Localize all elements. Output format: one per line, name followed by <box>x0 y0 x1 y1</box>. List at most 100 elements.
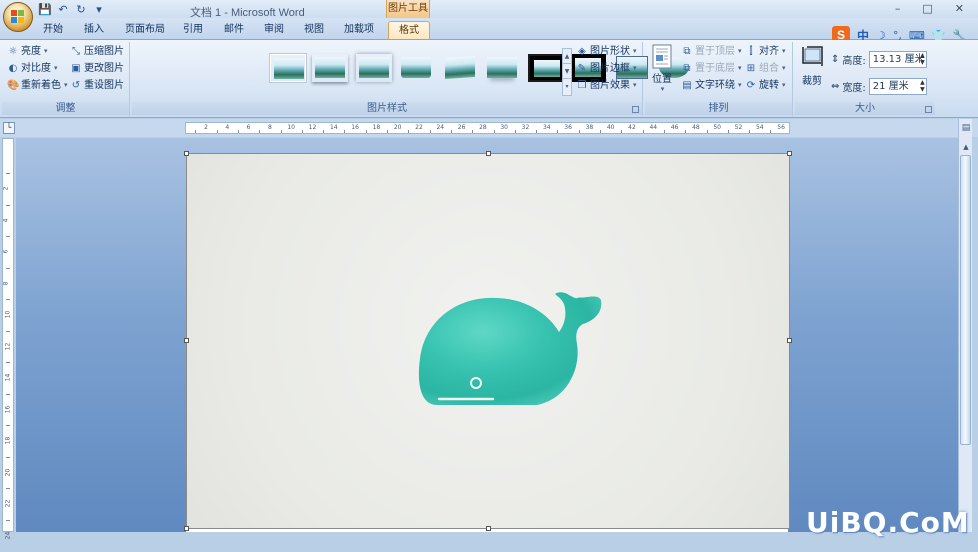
group-objects-button[interactable]: ⊞ 组合 ▾ <box>745 61 786 76</box>
effects-icon: ❐ <box>577 79 587 91</box>
watermark: UiBQ.CoM <box>806 506 970 539</box>
scroll-up-icon[interactable]: ▲ <box>960 141 972 153</box>
style-thumbnail[interactable] <box>442 54 478 82</box>
position-button[interactable]: 位置 ▾ <box>649 44 675 93</box>
group-label: 图片样式 <box>132 102 642 115</box>
recolor-button[interactable]: 🎨 重新着色 ▾ <box>7 78 68 93</box>
inserted-picture[interactable] <box>184 151 792 531</box>
ruler-label: 8 <box>267 124 272 131</box>
vertical-scrollbar[interactable]: ▤ ▲ <box>958 119 972 532</box>
vertical-ruler[interactable]: 2 4 6 8 10 12 14 16 18 20 22 24 <box>2 138 14 539</box>
resize-handle[interactable] <box>184 526 189 531</box>
send-to-back-button[interactable]: ⧉ 置于底层 ▾ <box>681 61 741 76</box>
ruler-label: 32 <box>521 124 530 131</box>
tab-format[interactable]: 格式 <box>388 21 430 39</box>
resize-handle[interactable] <box>184 338 189 343</box>
scroll-down-icon[interactable]: ▼ <box>563 64 571 79</box>
ruler-label: 4 <box>2 218 10 222</box>
ruler-tick <box>6 519 10 521</box>
scrollbar-thumb[interactable] <box>960 155 971 445</box>
tab-review[interactable]: 审阅 <box>264 21 284 39</box>
ruler-label: 18 <box>4 436 12 445</box>
group-label: 排列 <box>645 102 792 115</box>
ruler-tick <box>6 236 10 238</box>
height-input[interactable]: 13.13 厘米 ▲ ▼ <box>868 50 927 68</box>
dialog-launcher-icon[interactable] <box>925 106 932 113</box>
tab-selector-icon[interactable]: └ <box>3 122 15 134</box>
redo-icon[interactable]: ↻ <box>74 3 88 17</box>
tab-references[interactable]: 引用 <box>183 21 203 39</box>
horizontal-ruler[interactable]: 2 4 6 8 10 12 14 16 18 20 22 24 26 28 30 32 34 36 38 40 42 44… <box>185 122 790 134</box>
text-wrap-icon: ▤ <box>682 79 692 91</box>
picture-shape-button[interactable]: ◈ 图片形状 ▾ <box>576 44 636 59</box>
dialog-launcher-icon[interactable] <box>632 106 639 113</box>
resize-handle[interactable] <box>787 338 792 343</box>
change-picture-button[interactable]: ▣ 更改图片 <box>70 61 124 76</box>
ruler-label: 6 <box>2 249 10 254</box>
close-icon[interactable]: ✕ <box>955 2 964 15</box>
crop-button[interactable]: 裁剪 <box>799 46 825 87</box>
picture-effects-button[interactable]: ❐ 图片效果 ▾ <box>576 78 637 93</box>
style-thumbnail[interactable] <box>312 54 348 82</box>
ruler-tick <box>408 130 410 133</box>
tab-mailings[interactable]: 邮件 <box>224 21 244 39</box>
contrast-button[interactable]: ◐ 对比度 ▾ <box>7 61 58 76</box>
scroll-up-icon[interactable]: ▲ <box>563 49 571 64</box>
gallery-more-icon[interactable]: ▾ <box>563 79 571 94</box>
style-thumbnail[interactable] <box>528 54 564 82</box>
bring-to-front-button[interactable]: ⧉ 置于顶层 ▾ <box>681 44 741 59</box>
ruler-tick <box>770 130 772 133</box>
ruler-label: 20 <box>393 124 402 131</box>
resize-handle[interactable] <box>486 526 491 531</box>
ruler-tick <box>6 362 10 364</box>
style-thumbnail[interactable] <box>356 54 392 82</box>
spinner-arrows-icon[interactable]: ▲ ▼ <box>920 79 925 93</box>
ruler-tick <box>429 130 431 133</box>
width-spinner: ⇔ 宽度: 21 厘米 ▲ ▼ <box>831 77 927 95</box>
office-button[interactable] <box>3 2 33 32</box>
tab-home[interactable]: 开始 <box>43 21 63 39</box>
tab-insert[interactable]: 插入 <box>84 21 104 39</box>
ruler-label: 14 <box>329 124 338 131</box>
ruler-tick <box>280 130 282 133</box>
ruler-tick <box>365 130 367 133</box>
ruler-label: 54 <box>755 124 764 131</box>
customize-icon[interactable]: ▾ <box>92 3 106 17</box>
ruler-label: 52 <box>734 124 743 131</box>
save-icon[interactable]: 💾 <box>38 3 52 17</box>
picture-border-button[interactable]: ✎ 图片边框 ▾ <box>576 61 637 76</box>
resize-handle[interactable] <box>486 151 491 156</box>
style-thumbnail[interactable] <box>270 54 306 82</box>
ruler-tick <box>642 130 644 133</box>
text-wrapping-button[interactable]: ▤ 文字环绕 ▾ <box>681 78 741 93</box>
compress-pictures-button[interactable]: ⤡ 压缩图片 <box>70 44 124 59</box>
style-thumbnail[interactable] <box>398 54 434 82</box>
ruler-label: 36 <box>564 124 572 131</box>
resize-handle[interactable] <box>787 151 792 156</box>
brightness-button[interactable]: ☼ 亮度 ▾ <box>7 44 48 59</box>
reset-picture-button[interactable]: ↺ 重设图片 <box>70 78 124 93</box>
change-picture-icon: ▣ <box>71 62 81 74</box>
ruler-tick <box>237 130 239 133</box>
width-input[interactable]: 21 厘米 ▲ ▼ <box>868 77 927 95</box>
style-thumbnail[interactable] <box>484 54 520 82</box>
maximize-icon[interactable]: □ <box>922 2 932 15</box>
ruler-label: 34 <box>542 124 551 131</box>
tab-page-layout[interactable]: 页面布局 <box>125 21 165 39</box>
rotate-button[interactable]: ⟳ 旋转 ▾ <box>745 78 786 93</box>
gallery-scroll[interactable]: ▲ ▼ ▾ <box>562 48 572 96</box>
view-ruler-icon[interactable]: ▤ <box>960 123 972 137</box>
undo-icon[interactable]: ↶ <box>56 3 70 17</box>
tab-add-ins[interactable]: 加载项 <box>344 21 374 39</box>
resize-handle[interactable] <box>184 151 189 156</box>
spinner-arrows-icon[interactable]: ▲ ▼ <box>920 52 925 66</box>
ruler-tick <box>195 130 197 133</box>
ruler-tick <box>6 488 10 490</box>
ruler-tick <box>536 130 538 133</box>
bring-front-icon: ⧉ <box>683 45 691 57</box>
ruler-tick <box>6 330 10 332</box>
ruler-tick <box>6 425 10 427</box>
minimize-icon[interactable]: – <box>895 2 901 15</box>
align-button[interactable]: ⫿ 对齐 ▾ <box>745 44 785 59</box>
tab-view[interactable]: 视图 <box>304 21 324 39</box>
